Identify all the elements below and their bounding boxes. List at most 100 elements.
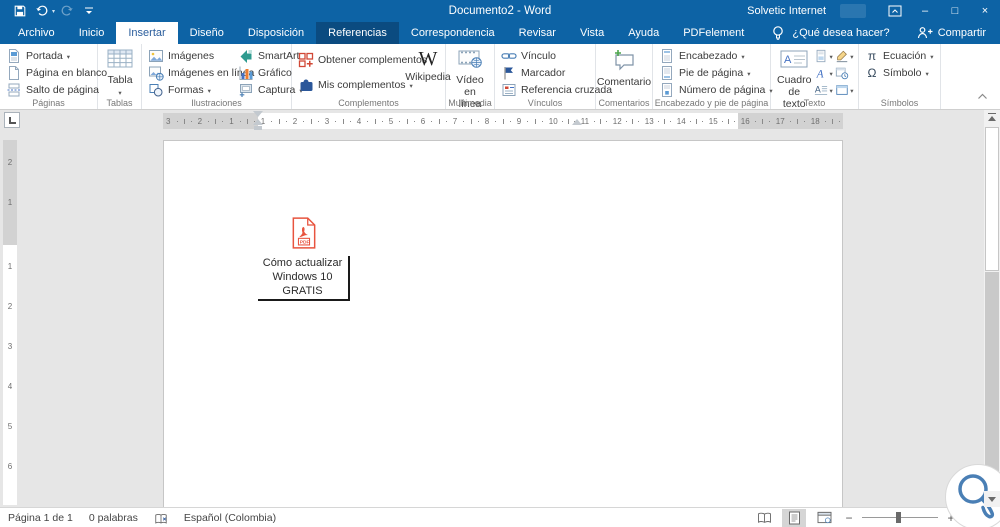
pie-de-pagina-label: Pie de página (679, 66, 744, 79)
group-comentarios: Comentario Comentarios (596, 44, 653, 109)
tab-pdfelement[interactable]: PDFelement (671, 22, 756, 44)
zoom-slider-thumb[interactable] (896, 512, 901, 523)
svg-text:PDF: PDF (300, 240, 310, 246)
zoom-out-button[interactable]: − (842, 511, 856, 525)
referencia-cruzada-button[interactable]: Referencia cruzada (499, 81, 612, 98)
fecha-y-hora-button[interactable] (834, 64, 855, 80)
web-layout-button[interactable] (812, 509, 836, 527)
portada-button[interactable]: Portada (4, 47, 94, 64)
obtener-complementos-button[interactable]: Obtener complementos (296, 51, 427, 68)
cuadro-de-texto-button[interactable]: A Cuadro de texto (775, 47, 813, 110)
cover-page-icon (6, 48, 22, 64)
close-button[interactable]: × (970, 0, 1000, 22)
elementos-rapidos-button[interactable] (813, 47, 834, 63)
wordart-button[interactable]: A (813, 64, 834, 80)
account-avatar[interactable] (840, 4, 866, 18)
pie-de-pagina-button[interactable]: Pie de página (657, 64, 767, 81)
word-count[interactable]: 0 palabras (89, 512, 138, 524)
document-canvas: 21123456 PDF Cómo actualizar Windows 10 … (0, 110, 984, 507)
print-layout-button[interactable] (782, 508, 806, 527)
group-caption-texto: Texto (803, 98, 826, 108)
captura-button[interactable]: Captura (236, 81, 295, 98)
encabezado-button[interactable]: Encabezado (657, 47, 767, 64)
simbolo-label: Símbolo (883, 66, 922, 79)
save-icon[interactable] (10, 2, 30, 20)
wikipedia-button[interactable]: W Wikipedia (405, 47, 451, 97)
ruler-mark: 5 (386, 113, 418, 129)
mis-complementos-button[interactable]: Mis complementos (296, 76, 408, 93)
tab-inicio[interactable]: Inicio (67, 22, 117, 44)
ecuacion-button[interactable]: π Ecuación (863, 47, 937, 64)
linea-de-firma-button[interactable] (834, 47, 855, 63)
formas-button[interactable]: Formas (146, 81, 236, 98)
redo-icon (57, 2, 77, 20)
encabezado-label: Encabezado (679, 49, 738, 62)
ruler-mark: 12 (610, 113, 642, 129)
scroll-down-button[interactable] (984, 491, 1000, 507)
read-mode-button[interactable] (752, 509, 776, 527)
imagenes-button[interactable]: Imágenes (146, 47, 236, 64)
document-page[interactable]: PDF Cómo actualizar Windows 10 GRATIS (163, 140, 843, 507)
tell-me-label: ¿Qué desea hacer? (792, 27, 890, 39)
my-addins-icon (298, 77, 314, 93)
scroll-up-icon (988, 115, 996, 121)
comentario-button[interactable]: Comentario (597, 47, 651, 97)
grafico-button[interactable]: Gráfico (236, 64, 292, 81)
tab-insertar[interactable]: Insertar (116, 22, 178, 44)
proofing-icon[interactable] (154, 511, 168, 525)
vruler-mark: 2 (7, 158, 13, 167)
marcador-button[interactable]: Marcador (499, 64, 592, 81)
language-indicator[interactable]: Español (Colombia) (184, 512, 276, 524)
tab-referencias[interactable]: Referencias (316, 22, 399, 44)
simbolo-button[interactable]: Ω Símbolo (863, 64, 937, 81)
tab-vista[interactable]: Vista (568, 22, 616, 44)
numero-de-pagina-button[interactable]: Número de página (657, 81, 767, 98)
embedded-object-caption[interactable]: Cómo actualizar Windows 10 GRATIS (258, 256, 350, 302)
tab-disposicion[interactable]: Disposición (236, 22, 316, 44)
group-ilustraciones: Imágenes Imágenes en línea Formas ▾ Smar… (142, 44, 299, 109)
tabla-button[interactable]: Tabla (102, 47, 138, 97)
vruler-mark: 3 (7, 342, 13, 351)
vertical-scrollbar[interactable] (984, 110, 1000, 507)
tab-diseno[interactable]: Diseño (178, 22, 236, 44)
imagenes-en-linea-button[interactable]: Imágenes en línea (146, 64, 254, 81)
undo-icon[interactable] (32, 2, 52, 20)
share-button[interactable]: Compartir (917, 22, 1000, 44)
tab-correspondencia[interactable]: Correspondencia (399, 22, 507, 44)
smartart-button[interactable]: SmartArt (236, 47, 299, 64)
tab-selector[interactable] (4, 112, 20, 128)
embedded-pdf-object[interactable]: PDF Cómo actualizar Windows 10 GRATIS (258, 217, 350, 302)
zoom-slider[interactable] (862, 512, 938, 523)
ruler-mark: 14 (674, 113, 706, 129)
group-caption-encabezado-pie: Encabezado y pie de página (654, 98, 769, 108)
objeto-button[interactable] (834, 81, 855, 97)
right-indent-marker[interactable] (572, 119, 582, 125)
vinculo-button[interactable]: Vínculo (499, 47, 592, 64)
left-indent-marker[interactable] (254, 126, 262, 130)
tab-archivo[interactable]: Archivo (6, 22, 67, 44)
ruler-mark: 18 (808, 113, 843, 129)
svg-text:A: A (784, 54, 792, 66)
letra-capital-button[interactable]: A (813, 81, 834, 97)
group-tablas: Tabla Tablas (98, 44, 142, 109)
blank-page-icon (6, 65, 22, 81)
video-en-linea-button[interactable]: Vídeo en línea (450, 47, 490, 110)
collapse-ribbon-icon[interactable] (977, 87, 988, 105)
scrollbar-track[interactable] (985, 272, 999, 490)
maximize-button[interactable]: □ (940, 0, 970, 22)
scroll-up-button[interactable] (984, 110, 1000, 126)
account-name[interactable]: Solvetic Internet (747, 5, 826, 17)
undo-dropdown-icon[interactable]: ▾ (52, 8, 55, 15)
first-line-indent-marker[interactable] (253, 111, 263, 117)
scrollbar-thumb[interactable] (985, 127, 999, 271)
tell-me-search[interactable]: ¿Qué desea hacer? (770, 22, 890, 44)
hanging-indent-marker[interactable] (253, 119, 263, 125)
page-indicator[interactable]: Página 1 de 1 (8, 512, 73, 524)
tab-ayuda[interactable]: Ayuda (616, 22, 671, 44)
customize-qat-icon[interactable] (79, 2, 99, 20)
pagina-en-blanco-button[interactable]: Página en blanco (4, 64, 107, 81)
ribbon-display-options-icon[interactable] (880, 0, 910, 22)
tab-revisar[interactable]: Revisar (507, 22, 568, 44)
minimize-button[interactable]: – (910, 0, 940, 22)
salto-de-pagina-button[interactable]: Salto de página (4, 81, 99, 98)
